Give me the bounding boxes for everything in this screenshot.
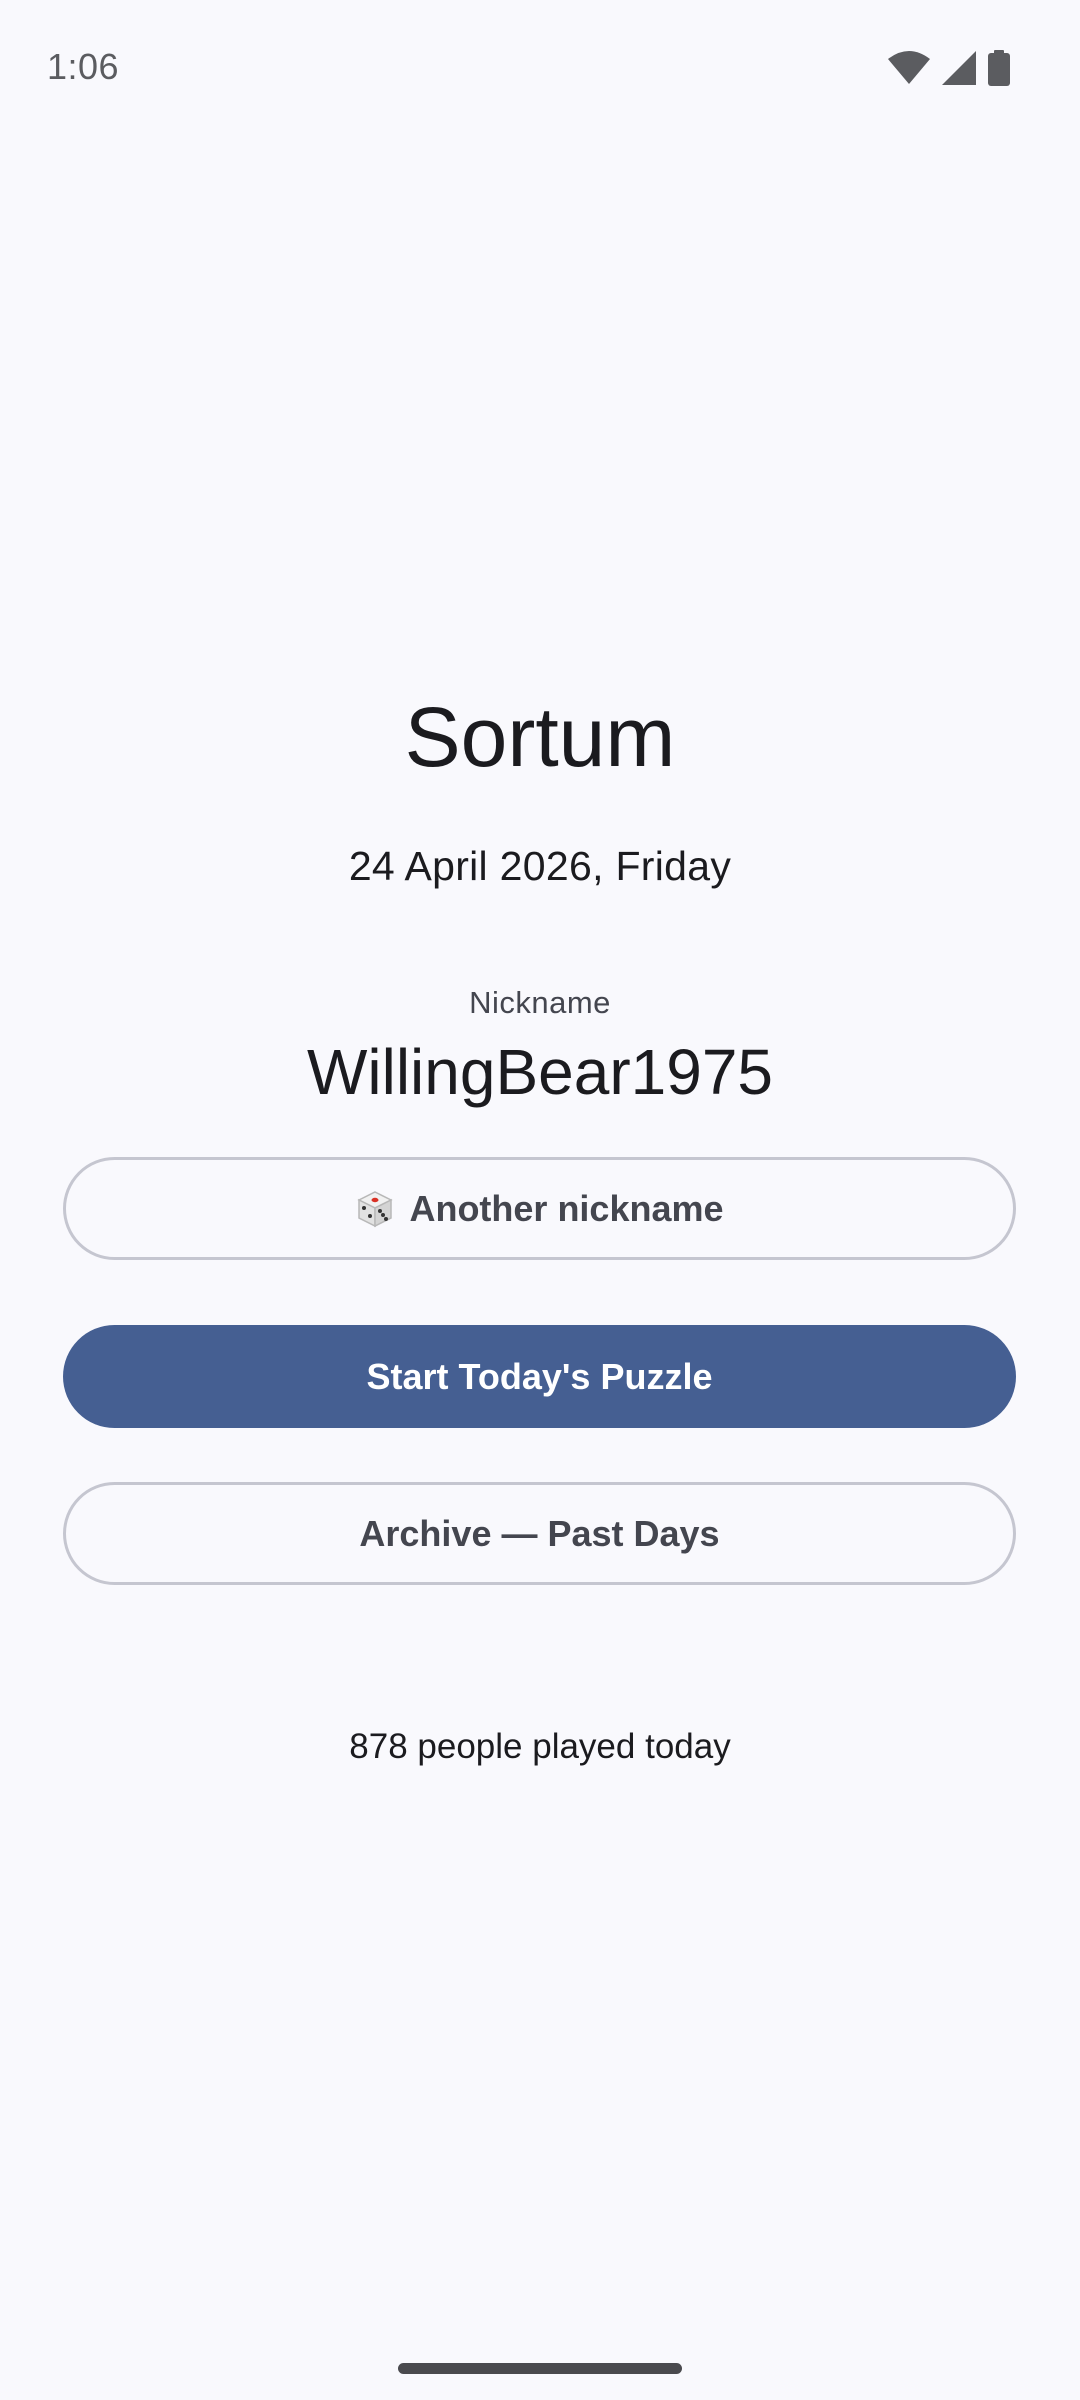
status-bar: 1:06 xyxy=(0,0,1080,140)
another-nickname-button[interactable]: Another nickname xyxy=(63,1157,1016,1260)
nickname-value: WillingBear1975 xyxy=(306,1036,774,1108)
status-time: 1:06 xyxy=(47,46,120,87)
home-indicator[interactable] xyxy=(398,2363,682,2374)
status-icons xyxy=(888,50,1010,86)
wifi-icon xyxy=(888,51,930,85)
start-puzzle-button[interactable]: Start Today's Puzzle xyxy=(63,1325,1016,1428)
app-title: Sortum xyxy=(404,690,676,784)
archive-button[interactable]: Archive — Past Days xyxy=(63,1482,1016,1585)
start-puzzle-label: Start Today's Puzzle xyxy=(366,1355,713,1397)
played-count: 878 people played today xyxy=(349,1727,731,1766)
archive-label: Archive — Past Days xyxy=(359,1512,720,1554)
date-label: 24 April 2026, Friday xyxy=(348,843,732,889)
nickname-label: Nickname xyxy=(469,985,611,1020)
battery-icon xyxy=(988,50,1010,86)
signal-icon xyxy=(942,51,976,85)
screen: 1:06 Sortum 24 April 2026, Friday Nickna… xyxy=(0,0,1080,2400)
another-nickname-label: Another nickname xyxy=(409,1187,724,1229)
dice-icon xyxy=(355,1189,395,1229)
